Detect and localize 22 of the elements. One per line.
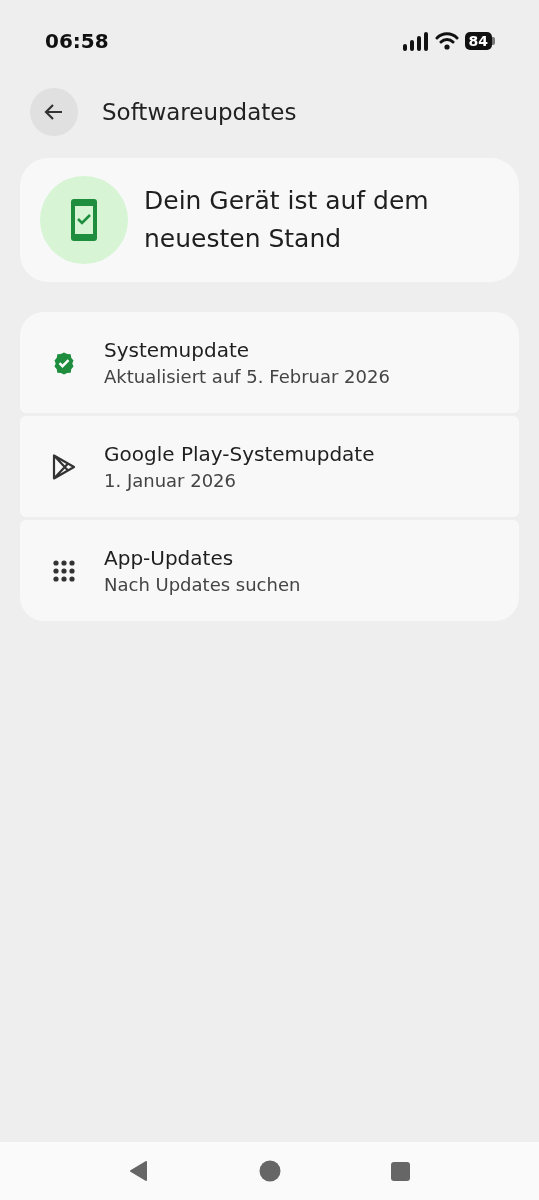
apps-grid-icon [53,559,75,582]
play-store-icon [51,452,77,481]
clock: 06:58 [45,29,109,53]
row-title: Google Play-Systemupdate [104,442,375,466]
status-message: Dein Gerät ist auf dem neuesten Stand [144,185,430,255]
wifi-icon [434,31,459,51]
home-button[interactable] [259,1160,281,1182]
recents-button[interactable] [391,1161,410,1181]
row-title: App-Updates [104,546,235,570]
back-button[interactable] [30,88,78,136]
row-subtitle: Aktualisiert auf 5. Februar 2026 [104,366,390,387]
update-row[interactable]: Systemupdate Aktualisiert auf 5. Februar 2026 [20,312,519,413]
row-subtitle: 1. Januar 2026 [104,470,237,491]
update-row[interactable]: App-Updates Nach Updates suchen [20,520,519,621]
signal-icon [402,31,429,51]
row-title: Systemupdate [104,338,251,362]
check-badge-icon [52,350,76,375]
update-row[interactable]: Google Play-Systemupdate 1. Januar 2026 [20,416,519,517]
battery-icon: 84 [464,32,495,50]
back-nav-button[interactable] [129,1161,149,1181]
row-subtitle: Nach Updates suchen [104,574,301,595]
page-title: Softwareupdates [102,99,297,125]
